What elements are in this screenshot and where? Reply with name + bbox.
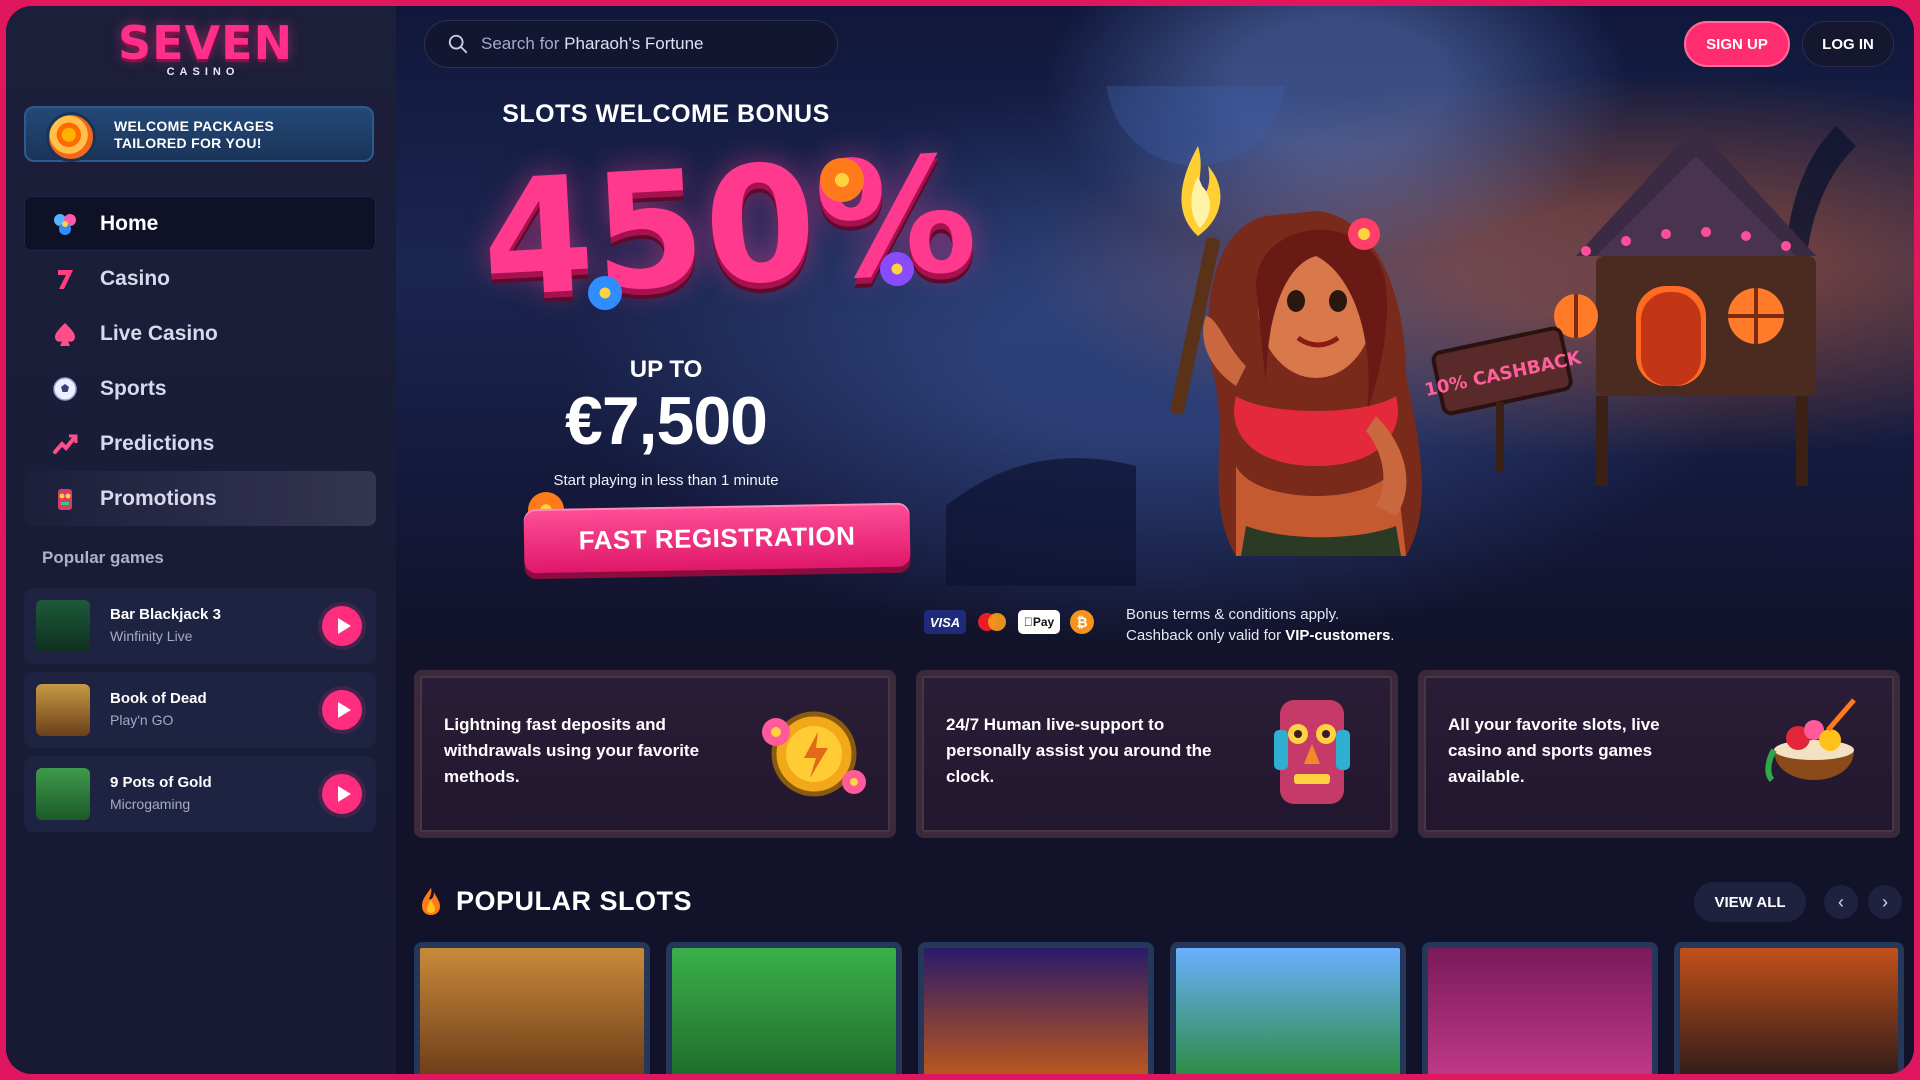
trend-icon (50, 429, 80, 459)
welcome-line-1: WELCOME PACKAGES (114, 118, 275, 134)
prev-arrow-button[interactable]: ‹ (1824, 885, 1858, 919)
mastercard-icon (976, 610, 1008, 634)
bonus-subtitle: Start playing in less than 1 minute (553, 472, 779, 489)
nav-label: Predictions (100, 431, 215, 455)
feature-card: Lightning fast deposits and withdrawals … (414, 670, 896, 838)
nav-item-promotions[interactable]: Promotions (24, 471, 376, 526)
slot-card[interactable] (1674, 942, 1904, 1074)
play-button[interactable] (322, 774, 362, 814)
search-placeholder: Search for Pharaoh's Fortune (481, 34, 704, 54)
game-name: Bar Blackjack 3 (110, 606, 221, 623)
search-prefix: Search for (481, 34, 560, 53)
next-arrow-button[interactable]: › (1868, 885, 1902, 919)
view-all-button[interactable]: VIEW ALL (1694, 882, 1806, 922)
slot-card[interactable] (1170, 942, 1406, 1074)
terms-prefix: Cashback only valid for (1126, 627, 1286, 644)
game-thumbnail (36, 768, 90, 820)
logo-wordmark: SEVEN (118, 16, 294, 70)
terms-vip: VIP-customers (1285, 627, 1391, 644)
apple-pay-icon: Pay (1018, 610, 1060, 634)
app-frame: SEVEN CASINO WELCOME PACKAGES TAILORED F… (6, 6, 1914, 1074)
slots-carousel (414, 942, 1904, 1074)
spiral-icon (46, 112, 96, 162)
slot-card[interactable] (918, 942, 1154, 1074)
game-provider: Play'n GO (110, 712, 174, 728)
bitcoin-icon: ₿ (1070, 610, 1094, 634)
popular-games-title: Popular games (42, 548, 164, 567)
welcome-text: WELCOME PACKAGES TAILORED FOR YOU! (114, 118, 274, 152)
tiki-mask-icon (1274, 700, 1350, 804)
feature-cards: Lightning fast deposits and withdrawals … (414, 670, 1904, 840)
slot-card[interactable] (666, 942, 902, 1074)
slot-card[interactable] (414, 942, 650, 1074)
fast-registration-button[interactable]: FAST REGISTRATION (523, 502, 911, 574)
search-term: Pharaoh's Fortune (564, 34, 704, 53)
visa-icon: VISA (924, 610, 966, 634)
nav-label: Promotions (100, 486, 217, 510)
nav-item-casino[interactable]: Casino (24, 251, 376, 306)
game-thumbnail (36, 600, 90, 652)
flower-icon (880, 252, 914, 286)
welcome-packages-banner[interactable]: WELCOME PACKAGES TAILORED FOR YOU! (24, 106, 374, 162)
flower-icon (820, 158, 864, 202)
play-button[interactable] (322, 690, 362, 730)
bonus-upto: UP TO (629, 356, 703, 383)
payment-methods: VISA Pay ₿ (924, 610, 1094, 634)
nav-label: Home (100, 211, 159, 235)
game-thumbnail (36, 684, 90, 736)
soccer-ball-icon (50, 374, 80, 404)
nav-item-predictions[interactable]: Predictions (24, 416, 376, 471)
nav-item-live-casino[interactable]: Live Casino (24, 306, 376, 361)
nav-label: Live Casino (100, 321, 218, 345)
home-icon (50, 209, 80, 239)
sign-up-button[interactable]: SIGN UP (1684, 21, 1790, 67)
feature-card: All your favorite slots, live casino and… (1418, 670, 1900, 838)
search-input[interactable]: Search for Pharaoh's Fortune (424, 20, 838, 68)
feature-text: All your favorite slots, live casino and… (1448, 715, 1660, 786)
stopwatch-icon (762, 711, 866, 797)
nav-item-sports[interactable]: Sports (24, 361, 376, 416)
log-in-button[interactable]: LOG IN (1802, 21, 1894, 67)
main-nav: Home Casino Live Casino Sports Predictio… (24, 196, 376, 526)
hero-banner[interactable]: 10% CASHBACK Search for Pharaoh's Fortun… (396, 6, 1914, 656)
slot-card[interactable] (1422, 942, 1658, 1074)
feature-card: 24/7 Human live-support to personally as… (916, 670, 1398, 838)
terms-suffix: . (1390, 627, 1395, 644)
fire-icon (422, 888, 440, 915)
popular-slots-title: POPULAR SLOTS (456, 886, 693, 916)
main-content: 10% CASHBACK Search for Pharaoh's Fortun… (396, 6, 1914, 1074)
welcome-line-2: TAILORED FOR YOU! (114, 135, 262, 151)
list-item[interactable]: Bar Blackjack 3 Winfinity Live (24, 588, 376, 664)
popular-games-list: Bar Blackjack 3 Winfinity Live Book of D… (24, 588, 376, 840)
play-button[interactable] (322, 606, 362, 646)
nav-label: Casino (100, 266, 171, 290)
apple-pay-label: Pay (1028, 615, 1054, 629)
list-item[interactable]: Book of Dead Play'n GO (24, 672, 376, 748)
bonus-amount: €7,500 (565, 383, 768, 459)
bonus-terms: Bonus terms & conditions apply. Cashback… (1126, 604, 1394, 646)
terms-line-1: Bonus terms & conditions apply. (1126, 606, 1340, 623)
flower-icon (588, 276, 622, 310)
coconut-cocktail-icon (1765, 698, 1856, 783)
nav-item-home[interactable]: Home (24, 196, 376, 251)
game-provider: Microgaming (110, 796, 191, 812)
totem-icon (50, 484, 80, 514)
logo[interactable]: SEVEN CASINO (118, 16, 294, 78)
chip-icon (50, 319, 80, 349)
seven-icon (50, 264, 80, 294)
terms-line-2: Cashback only valid for VIP-customers. (1126, 625, 1394, 646)
sidebar: SEVEN CASINO WELCOME PACKAGES TAILORED F… (6, 6, 396, 1074)
game-provider: Winfinity Live (110, 628, 193, 644)
nav-label: Sports (100, 376, 167, 400)
game-name: 9 Pots of Gold (110, 774, 212, 791)
list-item[interactable]: 9 Pots of Gold Microgaming (24, 756, 376, 832)
search-icon (448, 34, 468, 54)
feature-text: 24/7 Human live-support to personally as… (946, 715, 1212, 786)
hero-illustration: 10% CASHBACK (946, 86, 1856, 586)
game-name: Book of Dead (110, 690, 207, 707)
feature-text: Lightning fast deposits and withdrawals … (444, 715, 700, 786)
bonus-title: SLOTS WELCOME BONUS (502, 100, 830, 128)
